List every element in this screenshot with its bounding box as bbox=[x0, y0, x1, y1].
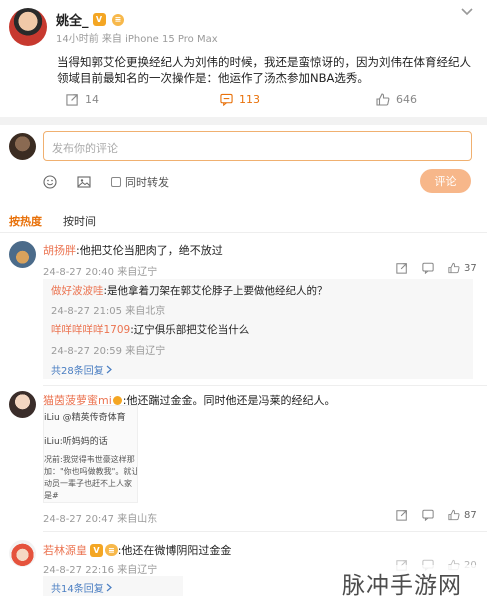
repost-checkbox[interactable] bbox=[111, 177, 121, 187]
like-count: 646 bbox=[396, 93, 417, 106]
comment-avatar[interactable] bbox=[9, 241, 36, 268]
reply-text: :辽宁俱乐部把艾伦当什么 bbox=[130, 324, 250, 336]
image-text-line: 动员一辈子也赶不上人家 bbox=[44, 479, 132, 488]
reply-icon[interactable] bbox=[422, 262, 434, 274]
comment-text: :他还在微博阴阳过金金 bbox=[117, 544, 232, 557]
comment-author[interactable]: 若林源皇 bbox=[43, 542, 87, 558]
like-button[interactable]: 646 bbox=[376, 93, 417, 106]
repost-toggle[interactable]: 同时转发 bbox=[111, 174, 169, 190]
verified-icon: V bbox=[92, 13, 106, 26]
more-replies-link[interactable]: 共28条回复 bbox=[51, 362, 112, 377]
comment-like-count: 37 bbox=[464, 262, 477, 274]
chevron-right-icon bbox=[106, 583, 112, 592]
divider bbox=[0, 117, 487, 125]
thumbs-up-icon bbox=[376, 93, 390, 106]
post-text-line-2: 领域目前最知名的一次操作是：他运作了汤杰参加NBA选秀。 bbox=[57, 71, 369, 85]
comment-placeholder: 发布你的评论 bbox=[52, 142, 118, 155]
reply-text: :是他拿着刀架在郭艾伦脖子上要做他经纪人的？ bbox=[103, 285, 328, 297]
comment-input[interactable]: 发布你的评论 bbox=[43, 131, 472, 161]
comment-meta: 24-8-27 20:47 来自山东 bbox=[43, 514, 158, 525]
emoji-icon[interactable] bbox=[43, 175, 57, 189]
author-name[interactable]: 姚全_ bbox=[56, 10, 89, 29]
comment-icon bbox=[220, 93, 233, 106]
reply-author[interactable]: 咩咩咩咩咩1709 bbox=[51, 324, 130, 336]
repost-label: 同时转发 bbox=[125, 176, 169, 189]
image-text-line: iLiu:听妈妈的话 bbox=[44, 437, 108, 447]
tab-sort-time[interactable]: 按时间 bbox=[63, 213, 96, 229]
more-replies-link[interactable]: 共14条回复 bbox=[51, 580, 112, 595]
chevron-right-icon bbox=[106, 365, 112, 374]
comment-text: :他把艾伦当肥肉了，绝不放过 bbox=[76, 244, 223, 257]
thumbs-up-icon bbox=[448, 509, 460, 521]
image-text-line: 是# bbox=[44, 491, 59, 500]
post-meta: 14小时前 来自 iPhone 15 Pro Max bbox=[56, 34, 218, 45]
divider bbox=[0, 232, 487, 233]
divider bbox=[43, 385, 487, 386]
level-badge: ≡ bbox=[111, 13, 125, 26]
reply-row: 做好波波哇:是他拿着刀架在郭艾伦脖子上要做他经纪人的？ bbox=[51, 283, 328, 298]
author-avatar[interactable] bbox=[9, 8, 47, 46]
thumbs-up-icon bbox=[448, 262, 460, 274]
repost-count: 14 bbox=[85, 93, 99, 106]
comment-avatar[interactable] bbox=[9, 540, 36, 567]
comment-avatar[interactable] bbox=[9, 391, 36, 418]
comment-text-row: 胡扬胖:他把艾伦当肥肉了，绝不放过 bbox=[43, 242, 223, 258]
comment-meta: 24-8-27 20:40 来自辽宁 bbox=[43, 267, 158, 278]
more-replies-label: 共14条回复 bbox=[51, 584, 104, 595]
comment-count: 113 bbox=[239, 93, 260, 106]
more-replies-label: 共28条回复 bbox=[51, 366, 104, 377]
share-icon[interactable] bbox=[396, 509, 408, 521]
repost-button[interactable]: 14 bbox=[66, 93, 99, 106]
reply-row: 咩咩咩咩咩1709:辽宁俱乐部把艾伦当什么 bbox=[51, 322, 249, 337]
image-text-line: 况前:我觉得韦世豪这样那 bbox=[44, 455, 135, 464]
share-icon[interactable] bbox=[396, 262, 408, 274]
user-avatar[interactable] bbox=[9, 133, 36, 160]
submit-comment-button[interactable]: 评论 bbox=[420, 169, 471, 193]
reply-meta: 24-8-27 20:59 来自辽宁 bbox=[51, 346, 166, 357]
image-text-line: iLiu @精英传奇体育 bbox=[44, 413, 126, 423]
watermark-text: 脉冲手游网 bbox=[342, 573, 462, 599]
tab-sort-time-label: 按时间 bbox=[63, 215, 96, 228]
tab-sort-hot-label: 按热度 bbox=[9, 215, 42, 228]
tab-sort-hot[interactable]: 按热度 bbox=[9, 213, 42, 229]
medal-icon bbox=[112, 395, 122, 405]
comment-text-row: 若林源皇 V ≡ :他还在微博阴阳过金金 bbox=[43, 542, 231, 558]
level-badge: ≡ bbox=[105, 544, 118, 556]
post-text-line-1: 当得知郭艾伦更换经纪人为刘伟的时候，我还是蛮惊讶的，因为刘伟在体育经纪人 bbox=[57, 55, 471, 69]
verified-icon: V bbox=[90, 543, 103, 557]
comment-text: :他还踹过金金。同时他还是冯莱的经纪人。 bbox=[122, 394, 336, 407]
comment-meta: 24-8-27 22:16 来自辽宁 bbox=[43, 565, 158, 576]
comment-like-count: 87 bbox=[464, 509, 477, 521]
chevron-down-icon[interactable] bbox=[461, 6, 473, 19]
reply-icon[interactable] bbox=[422, 509, 434, 521]
repost-icon bbox=[66, 94, 78, 106]
comment-like-button[interactable]: 87 bbox=[448, 509, 477, 521]
divider bbox=[43, 531, 487, 532]
comment-author[interactable]: 胡扬胖 bbox=[43, 244, 76, 257]
comment-image[interactable]: iLiu @精英传奇体育 iLiu:听妈妈的话 况前:我觉得韦世豪这样那 加："… bbox=[43, 405, 138, 503]
reply-author[interactable]: 做好波波哇 bbox=[51, 285, 104, 297]
comment-button[interactable]: 113 bbox=[220, 93, 260, 106]
image-icon[interactable] bbox=[77, 175, 91, 189]
submit-label: 评论 bbox=[434, 175, 457, 188]
image-text-line: 加："你也吗做教我"。就让 bbox=[44, 467, 138, 476]
reply-meta: 24-8-27 21:05 来自北京 bbox=[51, 306, 166, 317]
comment-like-button[interactable]: 37 bbox=[448, 262, 477, 274]
